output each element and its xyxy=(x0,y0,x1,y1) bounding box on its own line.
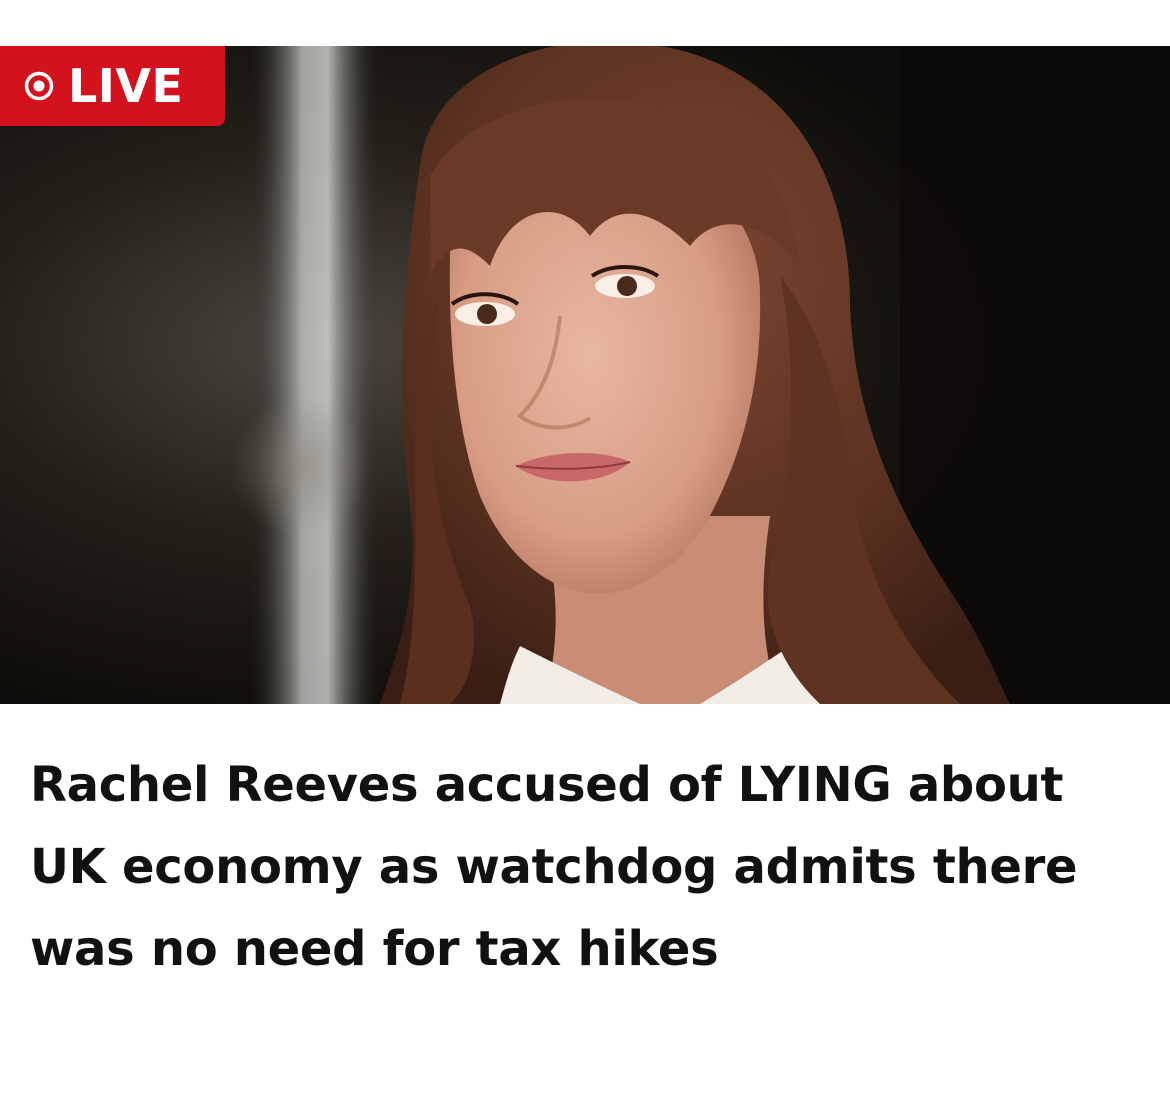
live-record-icon xyxy=(24,71,54,101)
portrait-photo xyxy=(0,46,1170,704)
news-card[interactable]: LIVE Rachel Reeves accused of LYING abou… xyxy=(0,0,1170,1107)
live-badge: LIVE xyxy=(0,46,225,126)
article-headline[interactable]: Rachel Reeves accused of LYING about UK … xyxy=(30,744,1140,990)
hero-image[interactable] xyxy=(0,46,1170,704)
live-label: LIVE xyxy=(68,59,184,113)
